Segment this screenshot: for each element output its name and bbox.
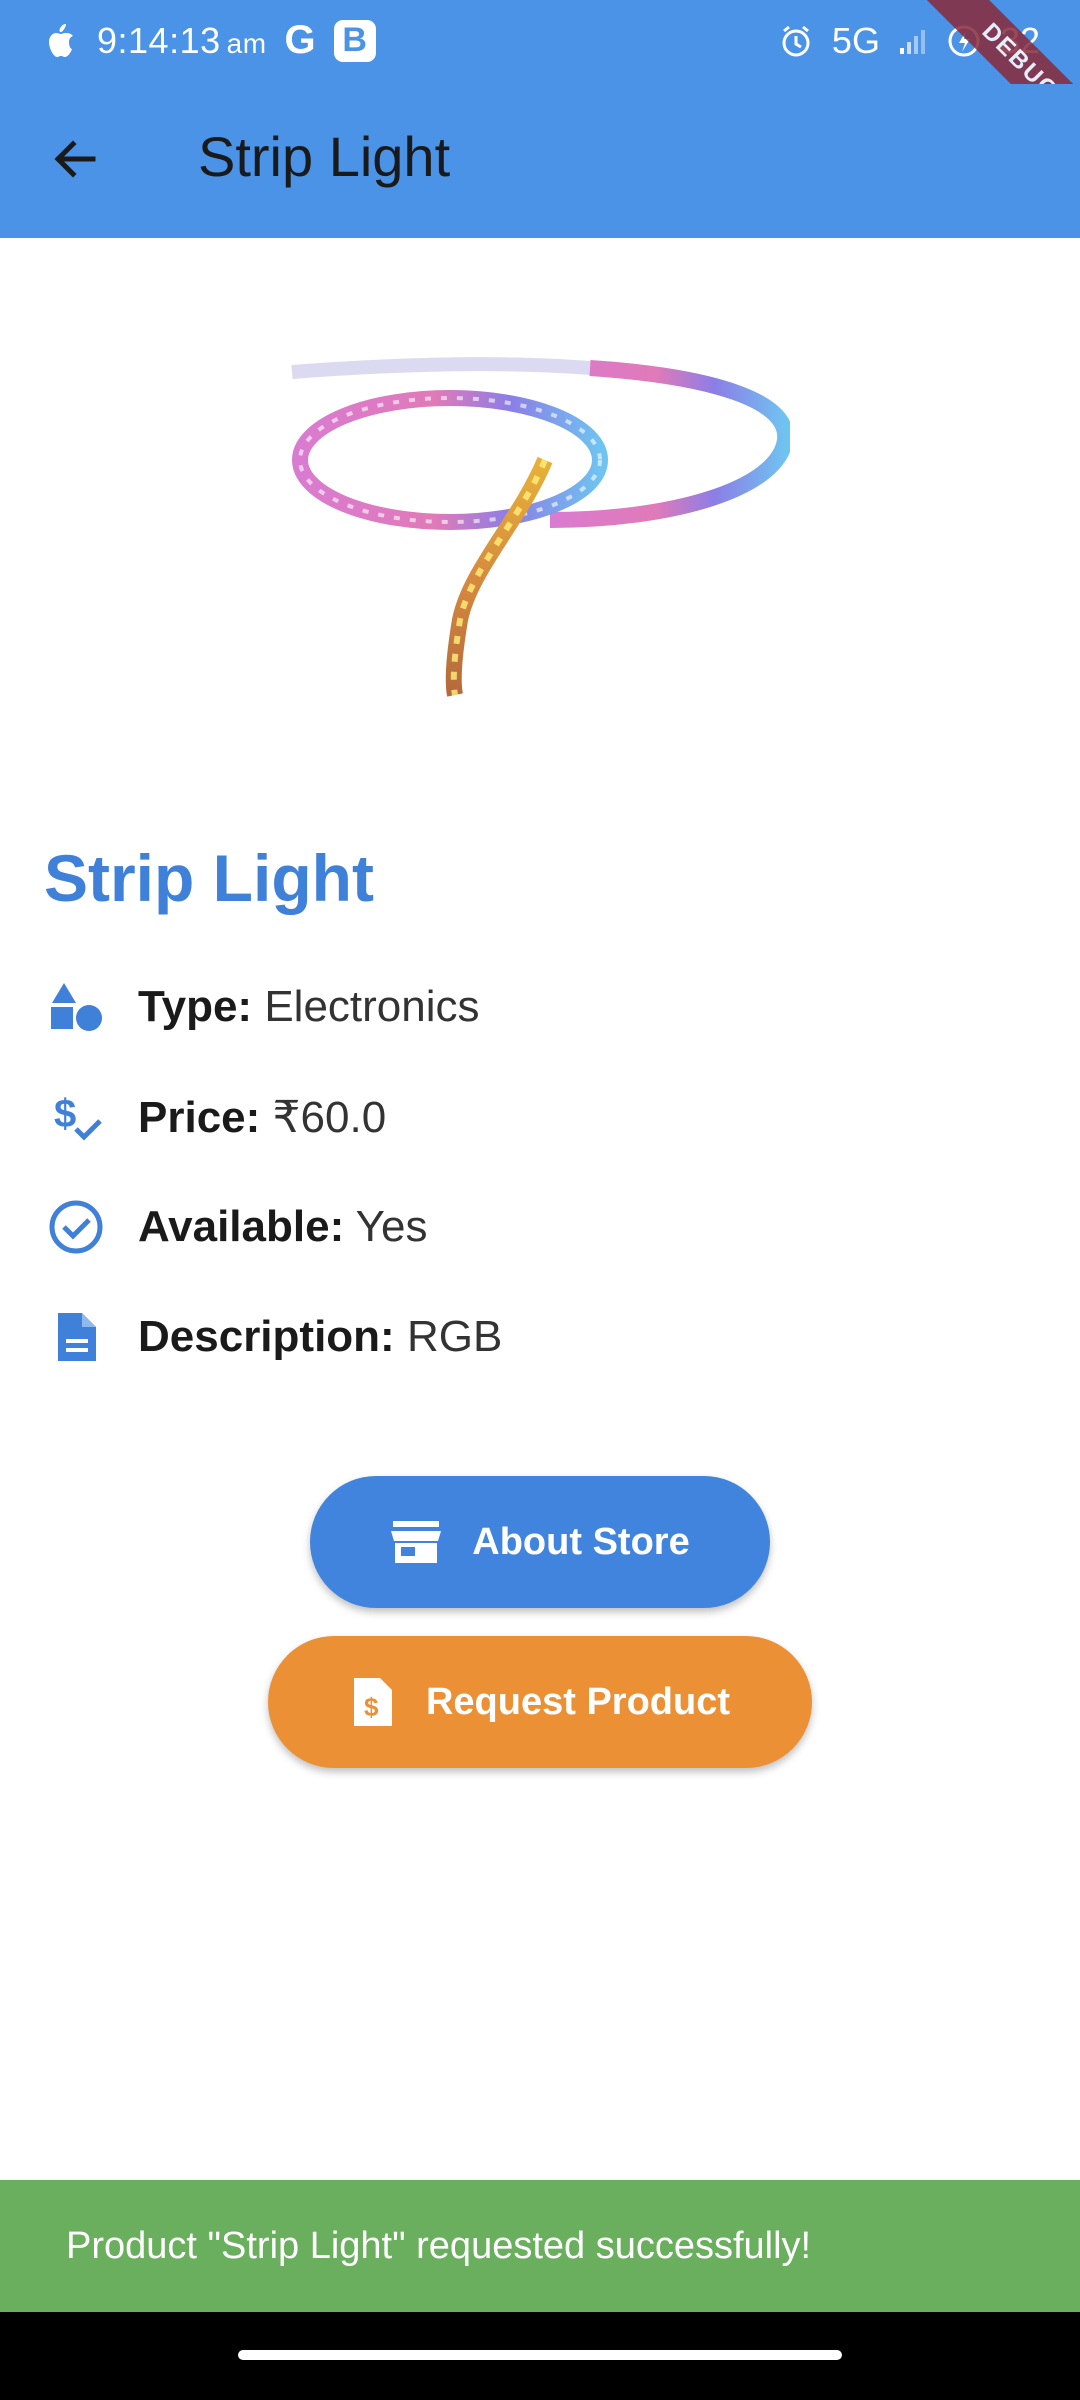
description-label: Description: <box>138 1312 395 1361</box>
product-image <box>290 320 794 740</box>
app-bar: Strip Light <box>0 84 1080 238</box>
detail-row-price: $ Price: ₹60.0 <box>44 1085 386 1149</box>
home-indicator[interactable] <box>238 2350 842 2360</box>
svg-text:$: $ <box>364 1692 379 1722</box>
google-icon: G <box>284 18 316 62</box>
detail-row-description: Description: RGB <box>44 1305 502 1369</box>
store-icon <box>390 1519 442 1565</box>
b-icon: B <box>333 19 376 62</box>
request-product-button[interactable]: $ Request Product <box>268 1636 812 1768</box>
apple-icon <box>49 23 73 57</box>
network-label: 5G <box>831 20 880 61</box>
type-label: Type: <box>138 982 253 1031</box>
status-bar: 9:14:13am G B 5G 32 DEBUG <box>0 0 1080 170</box>
status-left: 9:14:13 am G B <box>45 18 376 63</box>
strip-light-image <box>291 357 794 697</box>
request-quote-icon: $ <box>350 1674 396 1730</box>
document-icon <box>44 1305 108 1369</box>
shapes-icon <box>44 975 108 1039</box>
navigation-bar <box>0 2312 1080 2400</box>
detail-row-type: Type: Electronics <box>44 975 480 1039</box>
alarm-icon <box>782 25 810 57</box>
status-time: 9:14:13 am <box>97 19 267 61</box>
available-value: Yes <box>355 1202 428 1251</box>
request-product-label: Request Product <box>425 1680 731 1723</box>
success-snackbar: Product "Strip Light" requested successf… <box>0 2180 1080 2312</box>
detail-row-available: Available: Yes <box>44 1195 427 1259</box>
available-label: Available: <box>138 1202 345 1251</box>
check-circle-icon <box>44 1195 108 1259</box>
price-label: Price: <box>138 1092 261 1142</box>
type-value: Electronics <box>264 982 480 1031</box>
arrow-back-icon <box>54 140 96 178</box>
page-title: Strip Light <box>198 125 451 188</box>
snackbar-message: Product "Strip Light" requested successf… <box>66 2224 812 2267</box>
svg-text:$: $ <box>54 1092 76 1136</box>
product-title: Strip Light <box>44 841 374 915</box>
description-value: RGB <box>406 1312 503 1361</box>
signal-icon <box>899 30 925 54</box>
price-value: ₹60.0 <box>272 1092 387 1142</box>
about-store-button[interactable]: About Store <box>310 1476 770 1608</box>
about-store-label: About Store <box>472 1520 690 1563</box>
price-check-icon: $ <box>44 1085 108 1149</box>
back-button[interactable] <box>40 124 110 194</box>
